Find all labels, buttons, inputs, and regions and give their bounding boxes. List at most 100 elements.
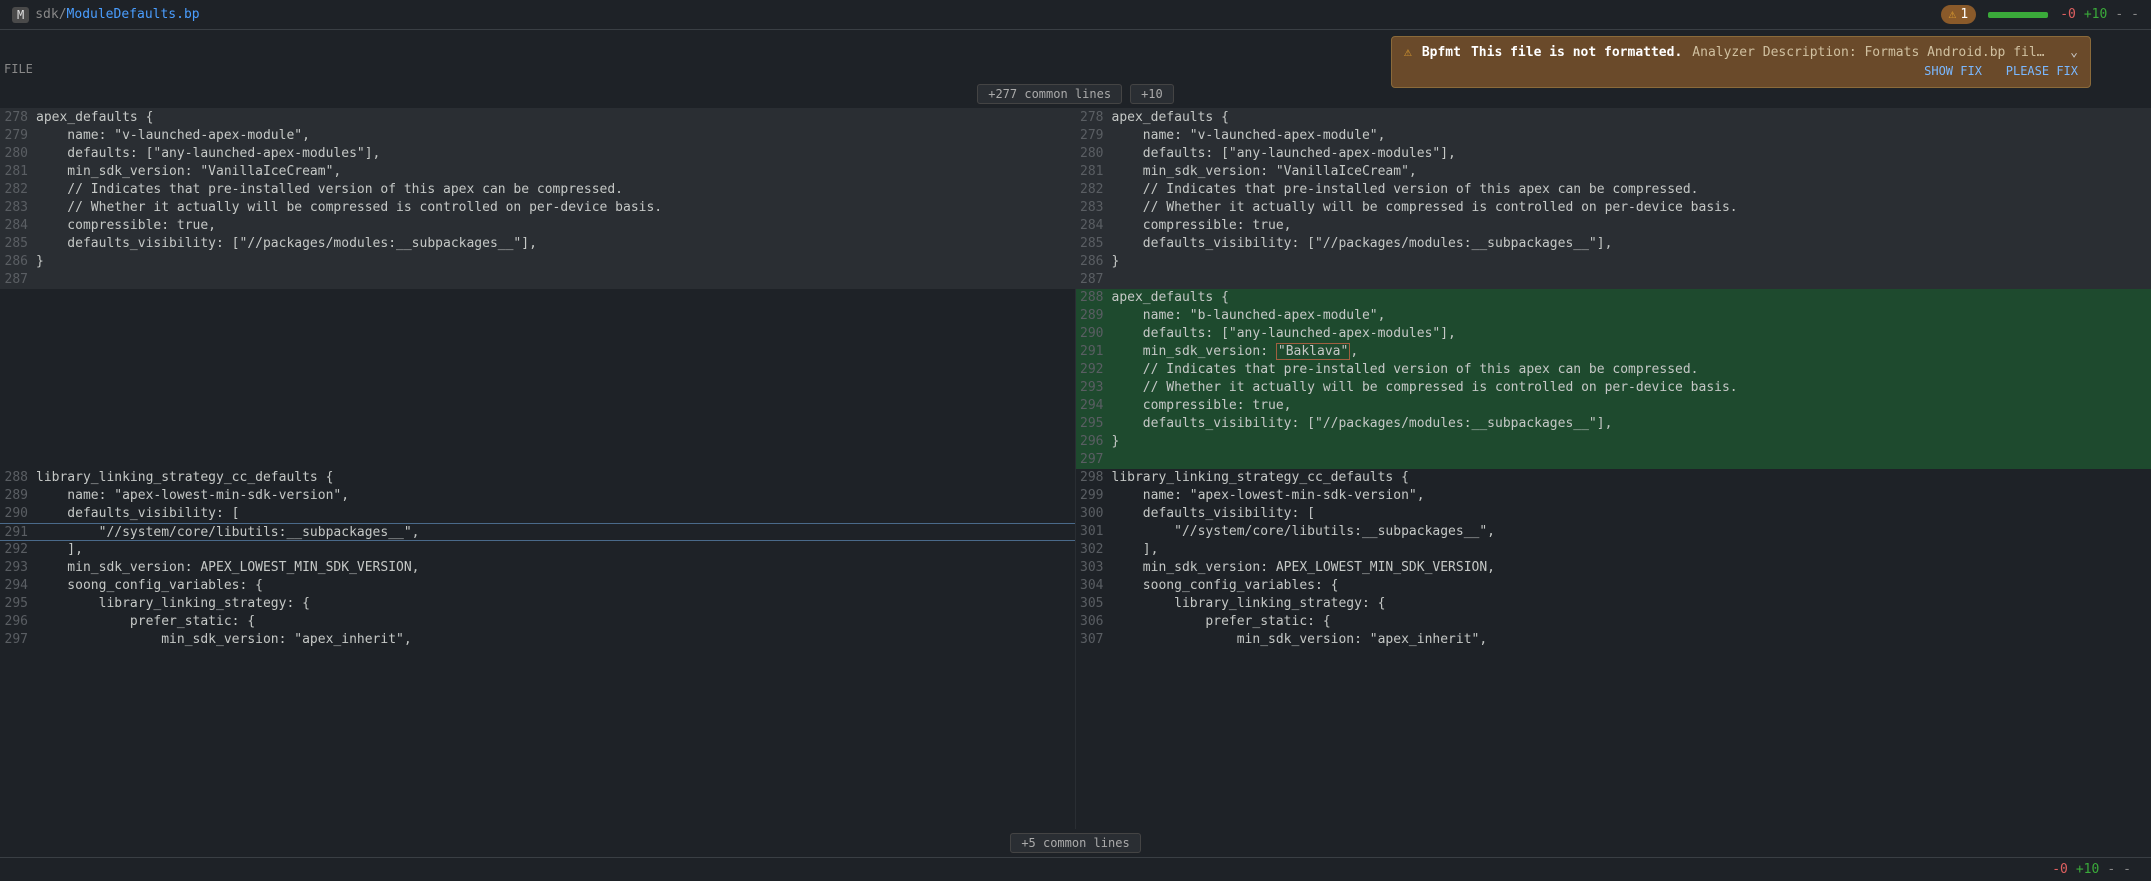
- line-content: library_linking_strategy_cc_defaults {: [36, 469, 1075, 487]
- line-content: }: [1112, 433, 2151, 451]
- code-line[interactable]: 295 library_linking_strategy: {: [0, 595, 1075, 613]
- footer-stat-removed: -0: [2052, 862, 2068, 877]
- code-line[interactable]: 297 min_sdk_version: "apex_inherit",: [0, 631, 1075, 649]
- code-line[interactable]: 295 defaults_visibility: ["//packages/mo…: [1076, 415, 2151, 433]
- code-line[interactable]: 290 defaults: ["any-launched-apex-module…: [1076, 325, 2151, 343]
- line-content: soong_config_variables: {: [36, 577, 1075, 595]
- code-line[interactable]: 298library_linking_strategy_cc_defaults …: [1076, 469, 2151, 487]
- code-line[interactable]: 302 ],: [1076, 541, 2151, 559]
- footer-stat-dash: -: [2107, 862, 2115, 877]
- code-line[interactable]: 303 min_sdk_version: APEX_LOWEST_MIN_SDK…: [1076, 559, 2151, 577]
- code-line[interactable]: 290 defaults_visibility: [: [0, 505, 1075, 523]
- code-line[interactable]: 279 name: "v-launched-apex-module",: [0, 127, 1075, 145]
- footer-stat-added: +10: [2076, 862, 2099, 877]
- line-content: apex_defaults {: [1112, 289, 2151, 307]
- line-content: [1112, 451, 2151, 469]
- code-line[interactable]: 280 defaults: ["any-launched-apex-module…: [1076, 145, 2151, 163]
- header-right: 1 -0 +10 - -: [1941, 5, 2139, 24]
- code-line[interactable]: 283 // Whether it actually will be compr…: [1076, 199, 2151, 217]
- line-number: 303: [1076, 559, 1112, 577]
- code-line[interactable]: 291 min_sdk_version: "Baklava",: [1076, 343, 2151, 361]
- file-path[interactable]: sdk/ModuleDefaults.bp: [35, 7, 199, 22]
- code-line[interactable]: 293 // Whether it actually will be compr…: [1076, 379, 2151, 397]
- code-line[interactable]: 293 min_sdk_version: APEX_LOWEST_MIN_SDK…: [0, 559, 1075, 577]
- line-content: ],: [1112, 541, 2151, 559]
- line-content: [1112, 271, 2151, 289]
- show-fix-button[interactable]: SHOW FIX: [1924, 64, 1982, 78]
- line-content: compressible: true,: [1112, 217, 2151, 235]
- please-fix-button[interactable]: PLEASE FIX: [2006, 64, 2078, 78]
- code-line[interactable]: 288library_linking_strategy_cc_defaults …: [0, 469, 1075, 487]
- notif-message: This file is not formatted.: [1471, 45, 1682, 60]
- code-line[interactable]: 281 min_sdk_version: "VanillaIceCream",: [0, 163, 1075, 181]
- code-line[interactable]: 305 library_linking_strategy: {: [1076, 595, 2151, 613]
- expand-common-button[interactable]: +277 common lines: [977, 84, 1122, 104]
- code-line[interactable]: 294 soong_config_variables: {: [0, 577, 1075, 595]
- line-number: 280: [1076, 145, 1112, 163]
- warning-badge[interactable]: 1: [1941, 5, 1977, 24]
- line-content: defaults_visibility: [: [1112, 505, 2151, 523]
- line-content: name: "apex-lowest-min-sdk-version",: [1112, 487, 2151, 505]
- code-line[interactable]: 282 // Indicates that pre-installed vers…: [0, 181, 1075, 199]
- left-file-label: FILE: [0, 62, 1076, 76]
- empty-line: [0, 289, 1075, 307]
- code-line[interactable]: 284 compressible: true,: [1076, 217, 2151, 235]
- code-line[interactable]: 286}: [0, 253, 1075, 271]
- line-number: 280: [0, 145, 36, 163]
- code-line[interactable]: 278apex_defaults {: [1076, 109, 2151, 127]
- right-diff-pane[interactable]: 278apex_defaults {279 name: "v-launched-…: [1076, 109, 2151, 829]
- code-line[interactable]: 304 soong_config_variables: {: [1076, 577, 2151, 595]
- code-line[interactable]: 307 min_sdk_version: "apex_inherit",: [1076, 631, 2151, 649]
- code-line[interactable]: 299 name: "apex-lowest-min-sdk-version",: [1076, 487, 2151, 505]
- line-number: 281: [0, 163, 36, 181]
- line-content: defaults_visibility: ["//packages/module…: [1112, 415, 2151, 433]
- line-content: defaults_visibility: ["//packages/module…: [36, 235, 1075, 253]
- chevron-down-icon[interactable]: ⌄: [2070, 45, 2078, 60]
- line-number: 296: [0, 613, 36, 631]
- code-line[interactable]: 300 defaults_visibility: [: [1076, 505, 2151, 523]
- code-line[interactable]: 289 name: "apex-lowest-min-sdk-version",: [0, 487, 1075, 505]
- empty-line: [0, 307, 1075, 325]
- line-content: // Indicates that pre-installed version …: [1112, 181, 2151, 199]
- code-line[interactable]: 301 "//system/core/libutils:__subpackage…: [1076, 523, 2151, 541]
- code-line[interactable]: 286}: [1076, 253, 2151, 271]
- code-line[interactable]: 281 min_sdk_version: "VanillaIceCream",: [1076, 163, 2151, 181]
- line-number: 299: [1076, 487, 1112, 505]
- code-line[interactable]: 296}: [1076, 433, 2151, 451]
- code-line[interactable]: 278apex_defaults {: [0, 109, 1075, 127]
- code-line[interactable]: 288apex_defaults {: [1076, 289, 2151, 307]
- code-line[interactable]: 287: [0, 271, 1075, 289]
- code-line[interactable]: 292 // Indicates that pre-installed vers…: [1076, 361, 2151, 379]
- code-line[interactable]: 282 // Indicates that pre-installed vers…: [1076, 181, 2151, 199]
- code-line[interactable]: 291 "//system/core/libutils:__subpackage…: [0, 523, 1075, 541]
- code-line[interactable]: 285 defaults_visibility: ["//packages/mo…: [1076, 235, 2151, 253]
- code-line[interactable]: 279 name: "v-launched-apex-module",: [1076, 127, 2151, 145]
- expand-common-bottom-button[interactable]: +5 common lines: [1010, 833, 1140, 853]
- line-number: 292: [0, 541, 36, 559]
- line-content: min_sdk_version: APEX_LOWEST_MIN_SDK_VER…: [1112, 559, 2151, 577]
- file-status-badge: M: [12, 7, 29, 23]
- code-line[interactable]: 284 compressible: true,: [0, 217, 1075, 235]
- line-number: 297: [0, 631, 36, 649]
- line-number: 293: [1076, 379, 1112, 397]
- code-line[interactable]: 285 defaults_visibility: ["//packages/mo…: [0, 235, 1075, 253]
- line-content: min_sdk_version: APEX_LOWEST_MIN_SDK_VER…: [36, 559, 1075, 577]
- empty-line: [0, 379, 1075, 397]
- empty-line: [0, 325, 1075, 343]
- code-line[interactable]: 287: [1076, 271, 2151, 289]
- code-line[interactable]: 306 prefer_static: {: [1076, 613, 2151, 631]
- code-line[interactable]: 297: [1076, 451, 2151, 469]
- line-number: 284: [0, 217, 36, 235]
- code-line[interactable]: 283 // Whether it actually will be compr…: [0, 199, 1075, 217]
- left-diff-pane[interactable]: 278apex_defaults {279 name: "v-launched-…: [0, 109, 1076, 829]
- code-line[interactable]: 296 prefer_static: {: [0, 613, 1075, 631]
- code-line[interactable]: 292 ],: [0, 541, 1075, 559]
- notif-description: Analyzer Description: Formats Android.bp…: [1692, 45, 2052, 60]
- notif-title: Bpfmt: [1422, 45, 1461, 60]
- code-line[interactable]: 289 name: "b-launched-apex-module",: [1076, 307, 2151, 325]
- line-content: min_sdk_version: "apex_inherit",: [36, 631, 1075, 649]
- code-line[interactable]: 280 defaults: ["any-launched-apex-module…: [0, 145, 1075, 163]
- common-lines-bottom: +5 common lines: [0, 829, 2151, 857]
- code-line[interactable]: 294 compressible: true,: [1076, 397, 2151, 415]
- expand-added-button[interactable]: +10: [1130, 84, 1174, 104]
